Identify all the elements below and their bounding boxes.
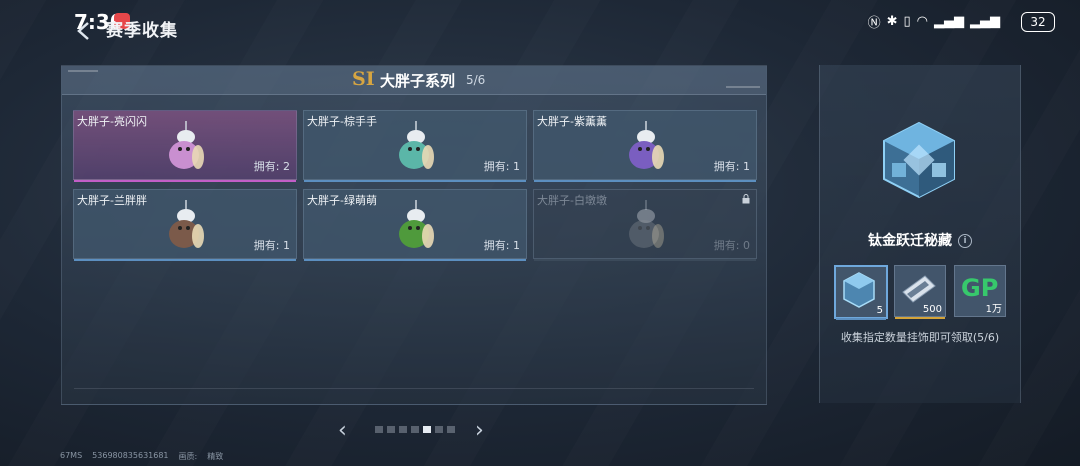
page-dot[interactable] <box>411 426 419 433</box>
card-underline <box>74 180 296 182</box>
card-owned-count: 拥有: 2 <box>253 160 290 173</box>
pet-charm-icon <box>399 121 434 169</box>
page-dot[interactable] <box>423 426 431 433</box>
card-owned-count: 拥有: 1 <box>483 239 520 252</box>
page-dot[interactable] <box>399 426 407 433</box>
series-progress: 5/6 <box>466 73 486 87</box>
card-underline <box>74 259 296 261</box>
signal-icon: ▂▄▆ <box>934 14 964 29</box>
divider <box>74 388 754 389</box>
collection-card[interactable]: 大胖子-白墩墩拥有: 0 <box>533 189 757 261</box>
lock-icon <box>742 194 750 204</box>
page-dot[interactable] <box>375 426 383 433</box>
player-id: 536980835631681 <box>92 451 169 460</box>
card-name: 大胖子-棕手手 <box>307 115 377 128</box>
back-arrow-icon[interactable] <box>74 20 96 42</box>
collection-card[interactable]: 大胖子-亮闪闪拥有: 2 <box>73 110 297 182</box>
ping-value: 67MS <box>60 451 83 460</box>
reward-item-gp[interactable]: GP 1万 <box>954 265 1006 317</box>
pet-charm-icon <box>169 200 204 248</box>
bluetooth-icon: ✱ <box>886 14 898 29</box>
nfc-icon: Ⓝ <box>867 16 881 31</box>
status-icons: Ⓝ ✱ ▯ ◠ ▂▄▆ ▂▄▆ <box>868 12 1000 31</box>
reward-qty: 1万 <box>985 304 1002 315</box>
reward-qty: 5 <box>876 305 883 316</box>
pet-charm-icon <box>629 121 664 169</box>
series-title: 大胖子系列 <box>380 72 456 90</box>
card-owned-count: 拥有: 1 <box>483 160 520 173</box>
collection-panel: SI 大胖子系列 5/6 大胖子-亮闪闪 拥有: 2 大胖子-棕手手 拥有: 1 大胖子… <box>61 65 767 405</box>
vibrate-icon: ▯ <box>903 14 911 29</box>
wifi-icon: ◠ <box>916 14 928 29</box>
card-underline <box>534 259 756 261</box>
reward-name: 钛金跃迁秘藏 i <box>820 230 1020 250</box>
card-owned-count: 拥有: 1 <box>253 239 290 252</box>
page-dot[interactable] <box>387 426 395 433</box>
card-owned-count: 拥有: 0 <box>713 239 750 252</box>
card-underline <box>534 180 756 182</box>
rarity-bar <box>836 318 886 320</box>
info-icon[interactable]: i <box>958 234 972 248</box>
cube-icon <box>843 272 875 308</box>
card-name: 大胖子-白墩墩 <box>537 194 607 207</box>
reward-item-ticket[interactable]: 500 <box>894 265 946 319</box>
reward-name-text: 钛金跃迁秘藏 <box>868 233 952 249</box>
page-title: 赛季收集 <box>106 21 178 41</box>
page-dot[interactable] <box>435 426 443 433</box>
pet-charm-icon <box>629 200 664 248</box>
collection-card[interactable]: 大胖子-棕手手拥有: 1 <box>303 110 527 182</box>
reward-item-cube[interactable]: 5 <box>834 265 888 320</box>
pet-charm-icon <box>169 121 204 169</box>
header-decoration <box>68 70 98 72</box>
card-name: 大胖子-亮闪闪 <box>77 115 147 128</box>
reward-panel: 钛金跃迁秘藏 i 5 500 GP 1万 收集指定数量挂饰即可领取(5/6) <box>819 65 1021 403</box>
card-underline <box>304 259 526 261</box>
signal-icon-2: ▂▄▆ <box>970 14 1000 29</box>
battery-indicator: 32 <box>1021 12 1055 32</box>
prev-page-button[interactable]: ‹ <box>338 418 347 443</box>
card-name: 大胖子-兰胖胖 <box>77 194 147 207</box>
series-header: SI 大胖子系列 5/6 <box>62 66 766 95</box>
collection-card[interactable]: 大胖子-兰胖胖拥有: 1 <box>73 189 297 261</box>
card-name: 大胖子-绿萌萌 <box>307 194 377 207</box>
next-page-button[interactable]: › <box>475 418 484 443</box>
gp-icon: GP <box>961 274 999 302</box>
reward-qty: 500 <box>922 304 942 315</box>
collection-card[interactable]: 大胖子-紫薰薰拥有: 1 <box>533 110 757 182</box>
reward-cube-icon[interactable] <box>878 119 960 201</box>
header-decoration <box>726 86 760 88</box>
card-name: 大胖子-紫薰薰 <box>537 115 607 128</box>
card-underline <box>304 180 526 182</box>
page-indicator <box>375 426 455 433</box>
reward-description: 收集指定数量挂饰即可领取(5/6) <box>840 331 1000 344</box>
collection-card[interactable]: 大胖子-绿萌萌拥有: 1 <box>303 189 527 261</box>
quality-label: 画质: <box>178 452 198 461</box>
footer-info: 67MS 536980835631681 画质: 精致 <box>60 451 223 462</box>
card-owned-count: 拥有: 1 <box>713 160 750 173</box>
page-dot[interactable] <box>447 426 455 433</box>
pet-charm-icon <box>399 200 434 248</box>
rarity-bar <box>895 317 945 319</box>
series-badge-icon: SI <box>352 68 375 90</box>
quality-value: 精致 <box>207 452 224 461</box>
